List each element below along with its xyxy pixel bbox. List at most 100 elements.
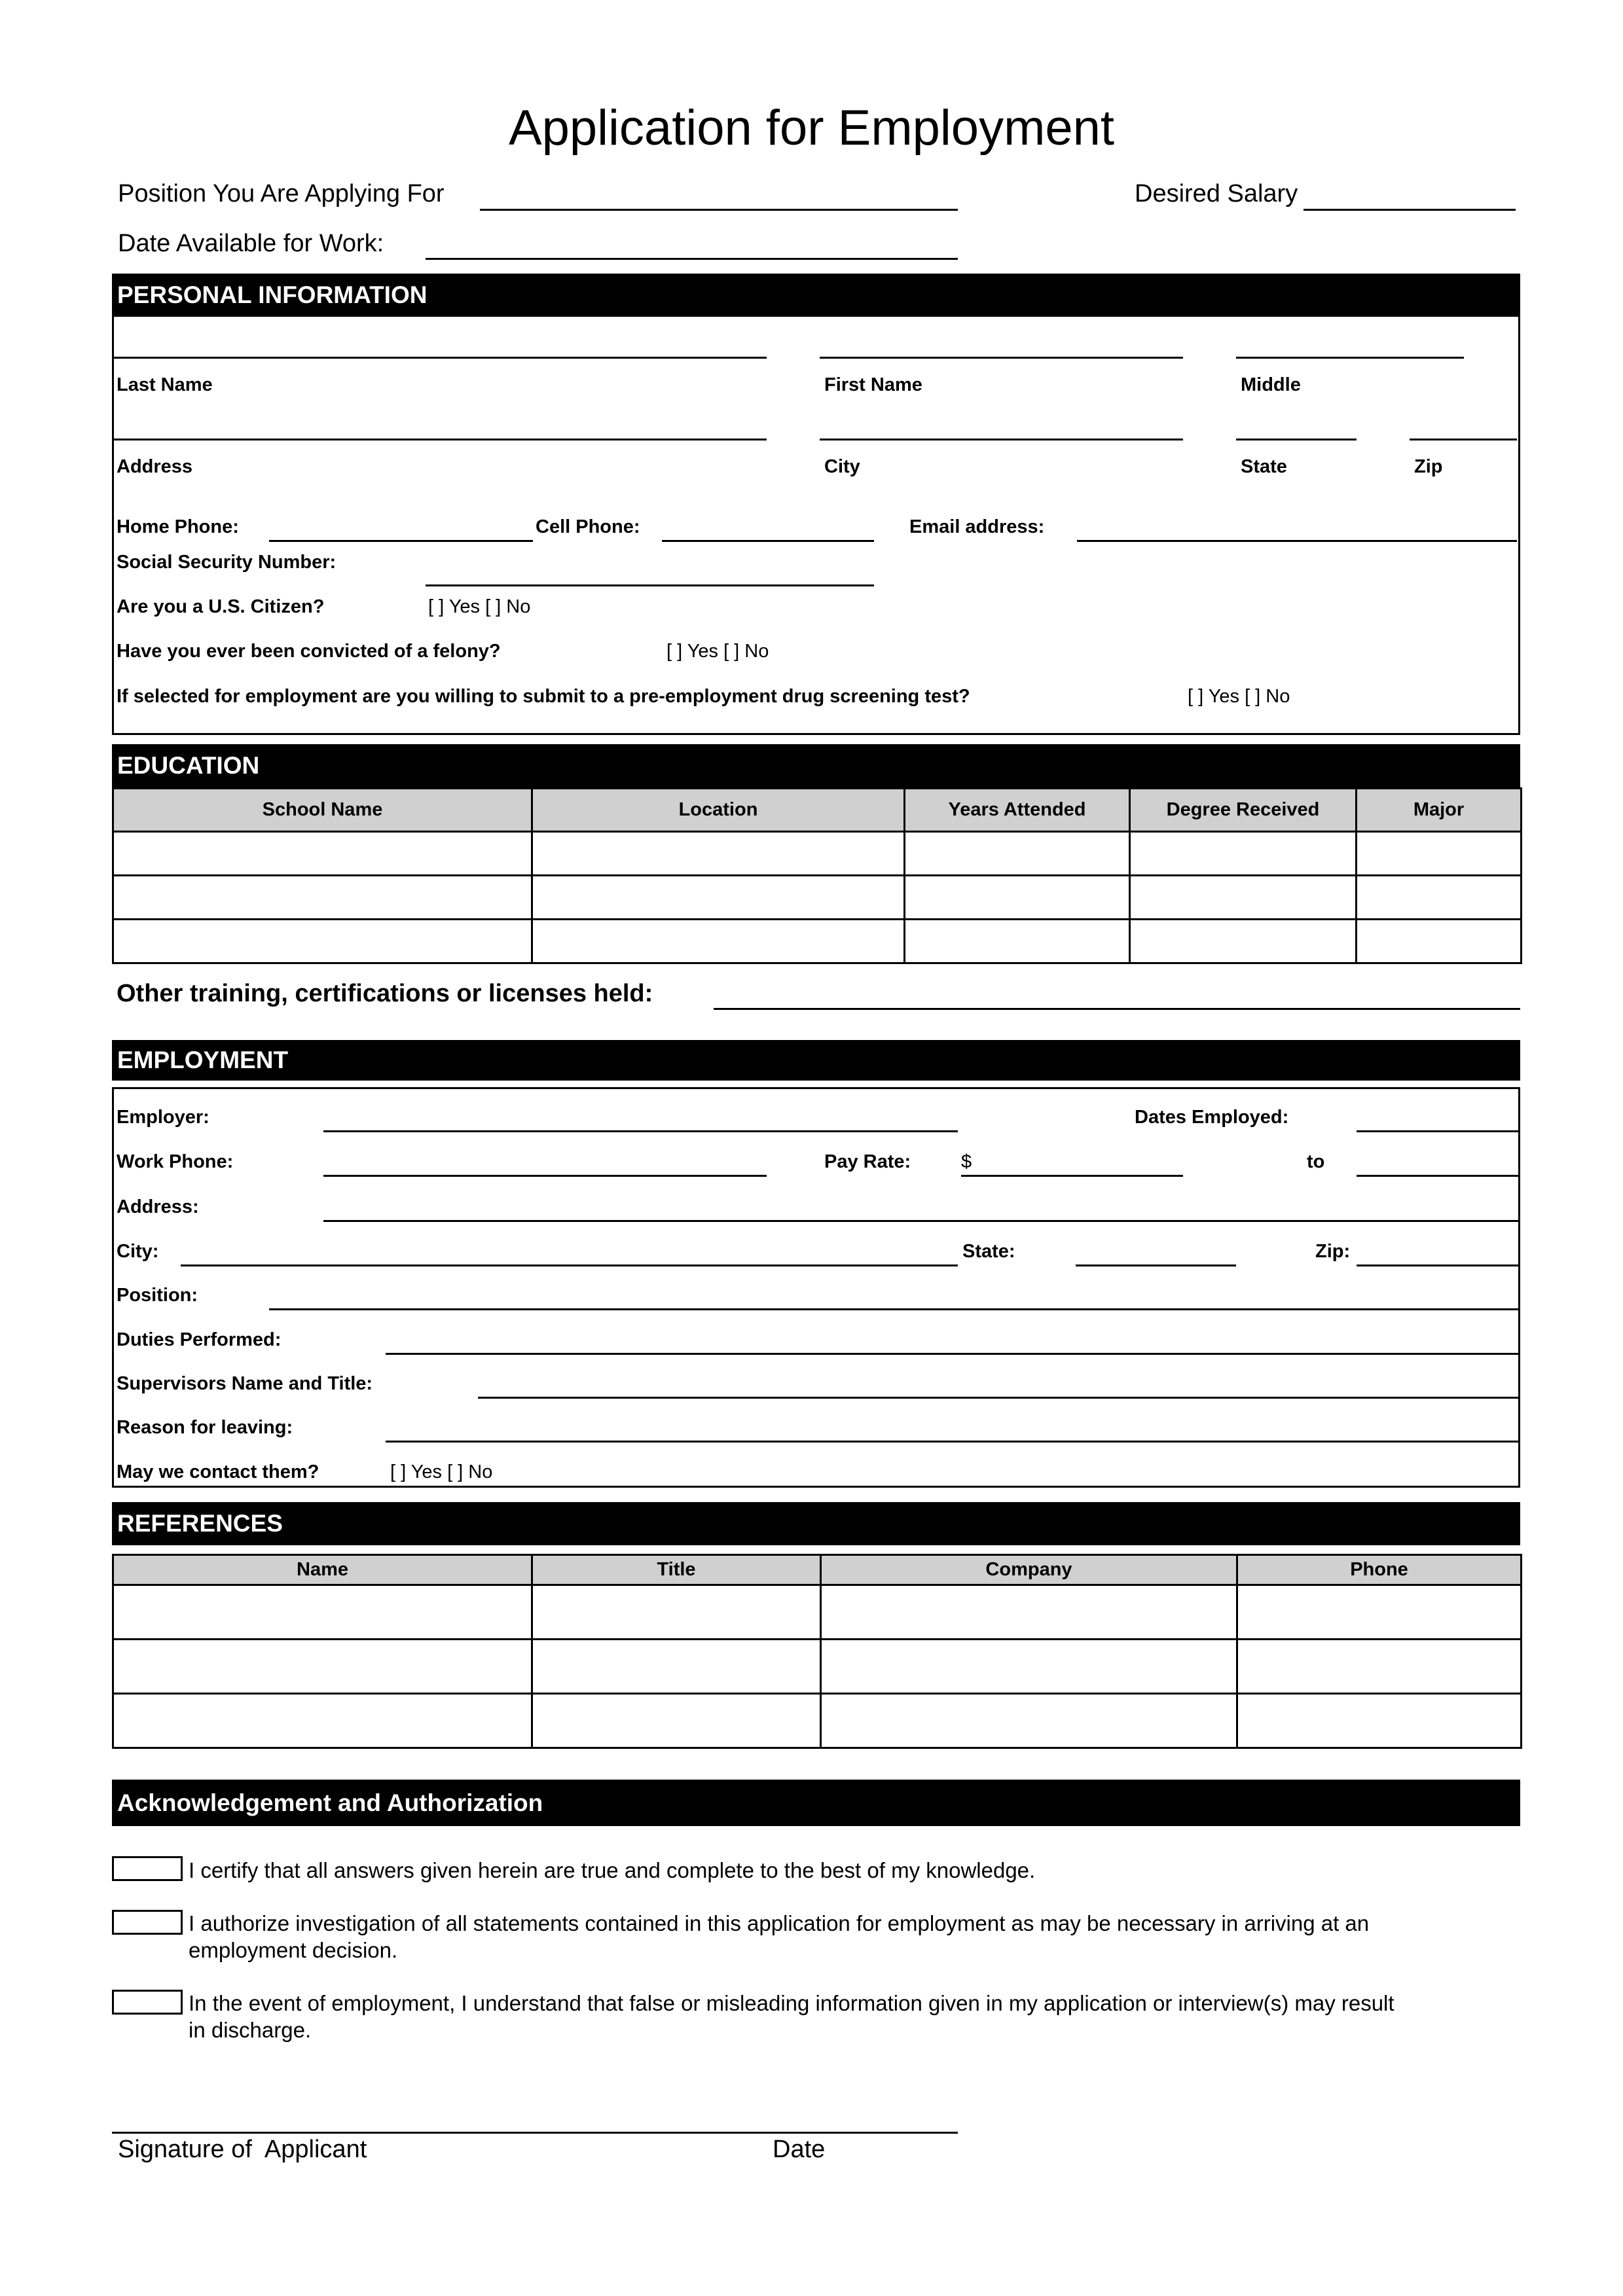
zip-label: Zip bbox=[1414, 456, 1443, 477]
table-cell[interactable] bbox=[1129, 831, 1357, 876]
ssn-field[interactable] bbox=[426, 584, 874, 586]
table-cell[interactable] bbox=[112, 874, 533, 920]
dates-employed-from-field[interactable] bbox=[1357, 1130, 1520, 1132]
last-name-label: Last Name bbox=[117, 374, 213, 395]
other-training-field[interactable] bbox=[714, 1008, 1520, 1010]
address-field[interactable] bbox=[112, 439, 767, 440]
table-cell[interactable] bbox=[1236, 1638, 1522, 1695]
table-cell[interactable] bbox=[820, 1638, 1238, 1695]
table-cell[interactable] bbox=[531, 918, 905, 964]
table-cell[interactable] bbox=[1355, 831, 1522, 876]
table-cell[interactable] bbox=[903, 831, 1131, 876]
signature-line[interactable] bbox=[112, 2132, 958, 2134]
job-position-field[interactable] bbox=[269, 1308, 1520, 1310]
contact-yes-no[interactable]: [ ] Yes [ ] No bbox=[390, 1462, 492, 1483]
table-cell[interactable] bbox=[1355, 918, 1522, 964]
felony-question: Have you ever been convicted of a felony… bbox=[117, 641, 501, 662]
reason-leaving-field[interactable] bbox=[386, 1441, 1520, 1443]
references-table: Name Title Company Phone bbox=[112, 1554, 1522, 1749]
table-cell[interactable] bbox=[531, 1638, 822, 1695]
table-cell[interactable] bbox=[820, 1693, 1238, 1749]
date-available-field[interactable] bbox=[426, 258, 958, 260]
references-heading: REFERENCES bbox=[112, 1502, 1520, 1545]
column-header: Title bbox=[531, 1554, 822, 1586]
table-cell[interactable] bbox=[1129, 874, 1357, 920]
citizen-yes-no[interactable]: [ ] Yes [ ] No bbox=[428, 596, 530, 618]
date-available-label: Date Available for Work: bbox=[118, 230, 384, 257]
city-field[interactable] bbox=[820, 439, 1183, 440]
middle-name-label: Middle bbox=[1241, 374, 1301, 395]
pay-rate-field[interactable] bbox=[961, 1175, 1183, 1177]
table-cell[interactable] bbox=[820, 1584, 1238, 1640]
first-name-label: First Name bbox=[824, 374, 922, 395]
employer-zip-field[interactable] bbox=[1357, 1265, 1520, 1266]
address-label: Address bbox=[117, 456, 193, 477]
supervisor-field[interactable] bbox=[478, 1397, 1520, 1399]
to-label: to bbox=[1307, 1151, 1325, 1172]
dollar-sign: $ bbox=[961, 1151, 972, 1172]
employment-heading: EMPLOYMENT bbox=[112, 1040, 1520, 1081]
employer-state-label: State: bbox=[962, 1241, 1015, 1262]
column-header: Phone bbox=[1236, 1554, 1522, 1586]
table-cell[interactable] bbox=[1355, 874, 1522, 920]
dates-employed-label: Dates Employed: bbox=[1135, 1107, 1289, 1128]
signature-label: Signature of Applicant bbox=[118, 2136, 367, 2163]
employer-city-label: City: bbox=[117, 1241, 159, 1262]
table-cell[interactable] bbox=[531, 831, 905, 876]
contact-question: May we contact them? bbox=[117, 1462, 319, 1482]
acknowledgement-heading: Acknowledgement and Authorization bbox=[112, 1780, 1520, 1826]
table-row bbox=[112, 874, 1522, 920]
page-title: Application for Employment bbox=[508, 100, 1115, 156]
other-training-label: Other training, certifications or licens… bbox=[117, 980, 653, 1007]
table-row bbox=[112, 1638, 1522, 1695]
dates-employed-to-field[interactable] bbox=[1357, 1175, 1520, 1177]
column-header: Years Attended bbox=[903, 787, 1131, 833]
table-cell[interactable] bbox=[1236, 1693, 1522, 1749]
table-cell[interactable] bbox=[903, 918, 1131, 964]
education-table: School Name Location Years Attended Degr… bbox=[112, 787, 1522, 964]
table-cell[interactable] bbox=[112, 1584, 533, 1640]
drug-test-yes-no[interactable]: [ ] Yes [ ] No bbox=[1188, 686, 1290, 708]
employer-city-field[interactable] bbox=[181, 1265, 958, 1266]
salary-field[interactable] bbox=[1304, 209, 1516, 211]
certify-statement: I certify that all answers given herein … bbox=[189, 1858, 1036, 1882]
column-header: School Name bbox=[112, 787, 533, 833]
employer-address-field[interactable] bbox=[323, 1220, 1520, 1222]
home-phone-label: Home Phone: bbox=[117, 516, 239, 537]
zip-field[interactable] bbox=[1410, 439, 1517, 440]
table-cell[interactable] bbox=[531, 874, 905, 920]
duties-label: Duties Performed: bbox=[117, 1329, 282, 1350]
employer-state-field[interactable] bbox=[1076, 1265, 1236, 1266]
state-field[interactable] bbox=[1236, 439, 1357, 440]
authorize-checkbox[interactable] bbox=[112, 1910, 183, 1935]
duties-field[interactable] bbox=[386, 1353, 1520, 1355]
felony-yes-no[interactable]: [ ] Yes [ ] No bbox=[666, 641, 769, 662]
table-cell[interactable] bbox=[112, 1693, 533, 1749]
cell-phone-label: Cell Phone: bbox=[536, 516, 640, 537]
last-name-field[interactable] bbox=[112, 357, 767, 359]
discharge-checkbox[interactable] bbox=[112, 1990, 183, 2015]
work-phone-field[interactable] bbox=[323, 1175, 767, 1177]
cell-phone-field[interactable] bbox=[662, 540, 874, 542]
personal-info-section bbox=[112, 274, 1520, 735]
city-label: City bbox=[824, 456, 860, 477]
first-name-field[interactable] bbox=[820, 357, 1183, 359]
home-phone-field[interactable] bbox=[269, 540, 533, 542]
table-cell[interactable] bbox=[1236, 1584, 1522, 1640]
certify-checkbox[interactable] bbox=[112, 1856, 183, 1881]
table-cell[interactable] bbox=[531, 1584, 822, 1640]
table-cell[interactable] bbox=[903, 874, 1131, 920]
position-field[interactable] bbox=[480, 209, 958, 211]
email-field[interactable] bbox=[1077, 540, 1517, 542]
signature-date-label: Date bbox=[773, 2136, 826, 2163]
table-cell[interactable] bbox=[1129, 918, 1357, 964]
table-cell[interactable] bbox=[112, 1638, 533, 1695]
pay-rate-label: Pay Rate: bbox=[824, 1151, 911, 1172]
table-cell[interactable] bbox=[112, 831, 533, 876]
employer-field[interactable] bbox=[323, 1130, 958, 1132]
middle-name-field[interactable] bbox=[1236, 357, 1464, 359]
table-cell[interactable] bbox=[112, 918, 533, 964]
education-heading: EDUCATION bbox=[112, 744, 1520, 787]
table-cell[interactable] bbox=[531, 1693, 822, 1749]
employment-section bbox=[112, 1087, 1520, 1488]
